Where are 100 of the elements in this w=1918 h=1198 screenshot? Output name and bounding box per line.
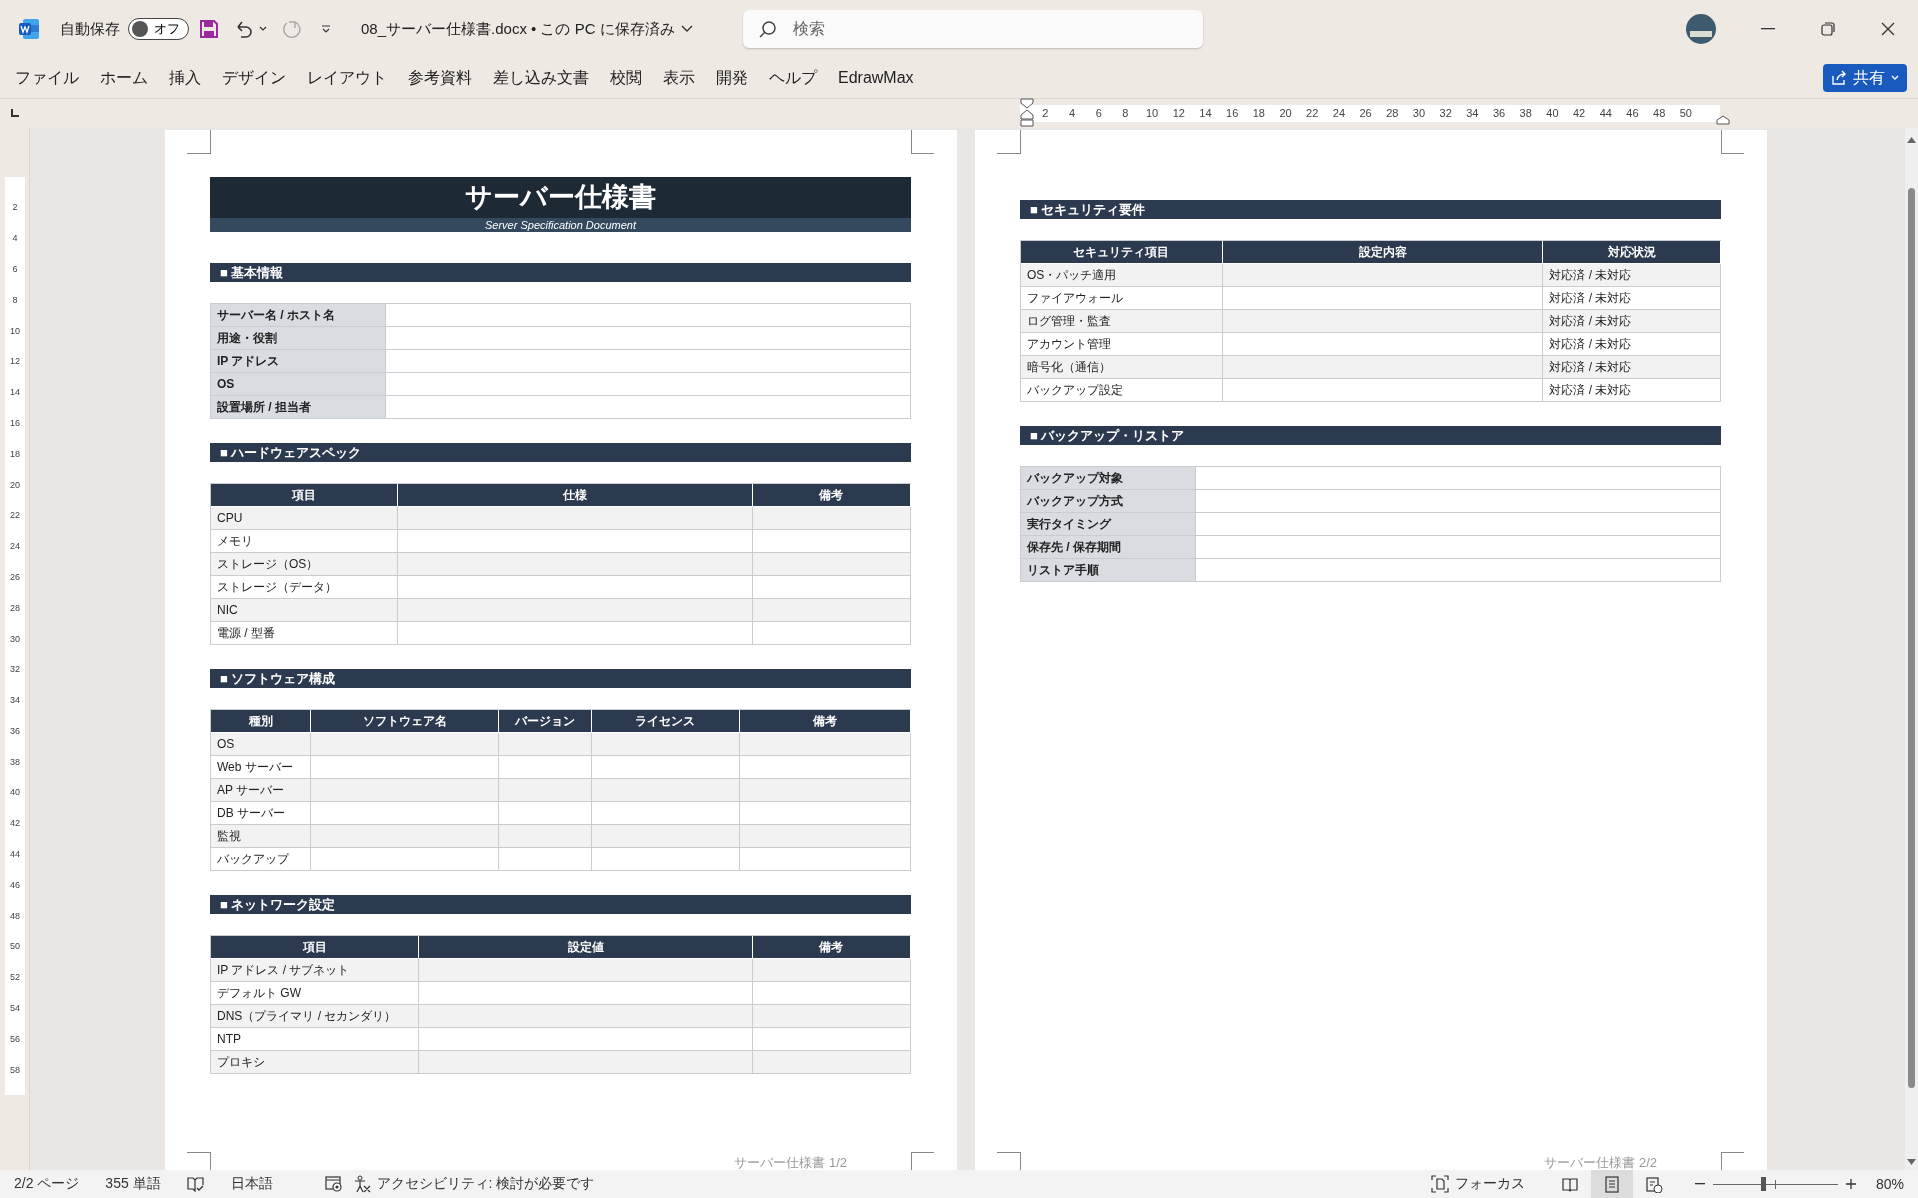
table-cell[interactable] xyxy=(1222,309,1544,333)
table-cell[interactable] xyxy=(752,552,911,576)
ribbon-tab[interactable]: レイアウト xyxy=(298,63,396,93)
share-button[interactable]: 共有 xyxy=(1823,64,1907,92)
redo-icon[interactable] xyxy=(281,18,301,40)
table-cell[interactable] xyxy=(1222,355,1544,379)
table-cell[interactable] xyxy=(386,372,911,396)
table-cell[interactable] xyxy=(739,801,911,825)
table-cell[interactable]: 対応済 / 未対応 xyxy=(1543,286,1721,310)
table-cell[interactable] xyxy=(419,958,753,982)
table-cell[interactable] xyxy=(752,575,911,599)
print-view-icon[interactable] xyxy=(1590,1170,1633,1198)
table-cell[interactable]: 対応済 / 未対応 xyxy=(1543,355,1721,379)
table-cell[interactable] xyxy=(386,395,911,419)
ribbon-tab[interactable]: EdrawMax xyxy=(829,65,923,91)
table-cell[interactable] xyxy=(1222,286,1544,310)
vertical-ruler[interactable]: 2 4 6 8 10 12 14 16 18 20 22 24 26 28 30 32 34 36 38 40 42 44 46 48 50 52 54 56 58 xyxy=(5,176,25,1095)
accessibility-status[interactable]: アクセシビリティ: 検討が必要です xyxy=(352,1175,595,1193)
accessibility-icon[interactable] xyxy=(352,1175,371,1193)
horizontal-ruler[interactable]: 2 4 6 8 10 12 14 16 18 20 22 24 26 28 30 32 34 36 38 40 42 44 46 48 50 xyxy=(1020,104,1720,122)
table-cell[interactable] xyxy=(311,824,499,848)
tab-stop-icon[interactable] xyxy=(11,109,19,118)
table-cell[interactable] xyxy=(752,981,911,1005)
table-cell[interactable] xyxy=(592,755,740,779)
zoom-level[interactable]: 80% xyxy=(1875,1176,1904,1192)
ribbon-tab[interactable]: ファイル xyxy=(6,63,88,93)
table-cell[interactable] xyxy=(752,598,911,622)
table-cell[interactable] xyxy=(1196,558,1721,582)
book-check-icon[interactable] xyxy=(186,1176,205,1192)
table-cell[interactable] xyxy=(498,801,593,825)
table-cell[interactable] xyxy=(1196,466,1721,490)
table-cell[interactable] xyxy=(398,598,753,622)
ribbon-tab[interactable]: 差し込み文書 xyxy=(484,63,598,93)
table-cell[interactable] xyxy=(398,575,753,599)
table-cell[interactable]: 対応済 / 未対応 xyxy=(1543,378,1721,402)
scroll-down-icon[interactable] xyxy=(1907,1159,1916,1166)
table-cell[interactable]: 対応済 / 未対応 xyxy=(1543,263,1721,287)
table-cell[interactable] xyxy=(419,981,753,1005)
table-cell[interactable] xyxy=(398,621,753,645)
table-cell[interactable] xyxy=(498,847,593,871)
document-title[interactable]: 08_サーバー仕様書.docx • この PC に保存済み xyxy=(361,19,693,39)
table-cell[interactable] xyxy=(752,621,911,645)
table-cell[interactable] xyxy=(311,732,499,756)
table-cell[interactable] xyxy=(311,755,499,779)
table-cell[interactable] xyxy=(592,801,740,825)
table-cell[interactable] xyxy=(386,326,911,350)
zoom-in-icon[interactable] xyxy=(1845,1179,1856,1189)
table-cell[interactable] xyxy=(752,958,911,982)
table-cell[interactable] xyxy=(398,506,753,530)
vertical-scrollbar[interactable] xyxy=(1905,127,1918,1170)
indent-marker-icon[interactable] xyxy=(1020,97,1034,128)
table-cell[interactable] xyxy=(752,1004,911,1028)
save-icon[interactable] xyxy=(199,19,219,39)
table-cell[interactable] xyxy=(592,732,740,756)
table-cell[interactable] xyxy=(1222,332,1544,356)
table-cell[interactable] xyxy=(592,824,740,848)
ribbon-tab[interactable]: 校閲 xyxy=(601,63,651,93)
table-cell[interactable] xyxy=(419,1004,753,1028)
table-cell[interactable] xyxy=(498,755,593,779)
table-cell[interactable] xyxy=(419,1050,753,1074)
table-cell[interactable] xyxy=(739,847,911,871)
ribbon-tab[interactable]: 表示 xyxy=(654,63,704,93)
focus-button[interactable]: フォーカス xyxy=(1430,1175,1525,1193)
table-cell[interactable] xyxy=(752,529,911,553)
search-field[interactable]: 検索 xyxy=(742,10,1203,48)
table-cell[interactable] xyxy=(419,1027,753,1051)
table-cell[interactable] xyxy=(752,506,911,530)
ribbon-tab[interactable]: ヘルプ xyxy=(760,63,826,93)
customize-caret-icon[interactable] xyxy=(321,25,331,33)
table-cell[interactable]: 対応済 / 未対応 xyxy=(1543,309,1721,333)
table-cell[interactable] xyxy=(739,732,911,756)
table-cell[interactable] xyxy=(1196,535,1721,559)
table-cell[interactable] xyxy=(1196,489,1721,513)
table-cell[interactable] xyxy=(386,303,911,327)
table-cell[interactable] xyxy=(752,1050,911,1074)
table-cell[interactable] xyxy=(592,847,740,871)
scroll-up-icon[interactable] xyxy=(1907,135,1916,143)
table-cell[interactable]: 対応済 / 未対応 xyxy=(1543,332,1721,356)
share-icon[interactable] xyxy=(1831,70,1847,86)
table-cell[interactable] xyxy=(739,824,911,848)
table-cell[interactable] xyxy=(311,778,499,802)
avatar-icon[interactable] xyxy=(1686,14,1716,44)
ribbon-tab[interactable]: デザイン xyxy=(213,63,295,93)
table-cell[interactable] xyxy=(1222,378,1544,402)
table-cell[interactable] xyxy=(398,529,753,553)
table-cell[interactable] xyxy=(311,847,499,871)
autosave-toggle[interactable]: オフ xyxy=(128,18,189,40)
table-cell[interactable] xyxy=(752,1027,911,1051)
ribbon-tab[interactable]: 開発 xyxy=(707,63,757,93)
word-count[interactable]: 355 単語 xyxy=(105,1175,161,1193)
ribbon-tab[interactable]: ホーム xyxy=(91,63,157,93)
chevron-down-icon[interactable] xyxy=(680,25,693,33)
right-indent-marker-icon[interactable] xyxy=(1716,114,1730,125)
macro-recording-icon[interactable] xyxy=(324,1176,343,1192)
ribbon-tab[interactable]: 挿入 xyxy=(160,63,210,93)
language-label[interactable]: 日本語 xyxy=(230,1175,273,1193)
table-cell[interactable] xyxy=(1222,263,1544,287)
table-cell[interactable] xyxy=(398,552,753,576)
ribbon-tab[interactable]: 参考資料 xyxy=(399,63,481,93)
table-cell[interactable] xyxy=(592,778,740,802)
